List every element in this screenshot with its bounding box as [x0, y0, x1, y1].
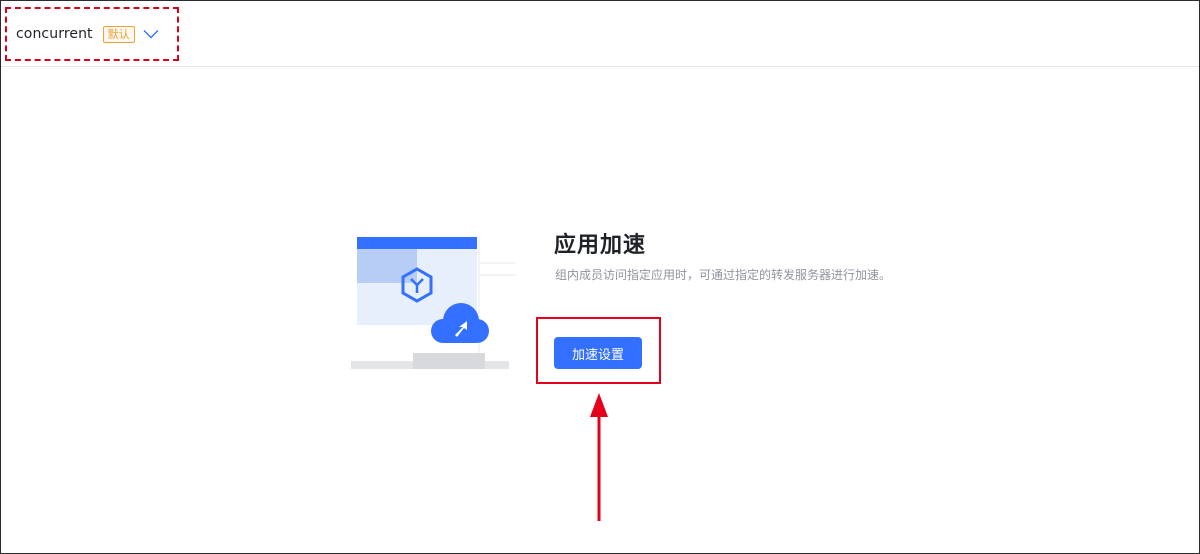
acceleration-settings-button[interactable]: 加速设置: [554, 337, 642, 369]
feature-title: 应用加速: [554, 233, 647, 258]
annotation-arrow-icon: [587, 391, 611, 523]
app-window: concurrent 默认 应用加速 组内成员访问指定应用时，可通过指定的转发服…: [0, 0, 1200, 554]
group-selector[interactable]: concurrent 默认: [5, 7, 179, 61]
group-name: concurrent: [16, 26, 93, 42]
feature-description: 组内成员访问指定应用时，可通过指定的转发服务器进行加速。: [555, 268, 892, 282]
default-badge: 默认: [102, 25, 135, 43]
app-acceleration-illustration: [351, 233, 521, 373]
top-bar: concurrent 默认: [1, 1, 1199, 67]
chevron-down-icon[interactable]: [143, 29, 159, 39]
